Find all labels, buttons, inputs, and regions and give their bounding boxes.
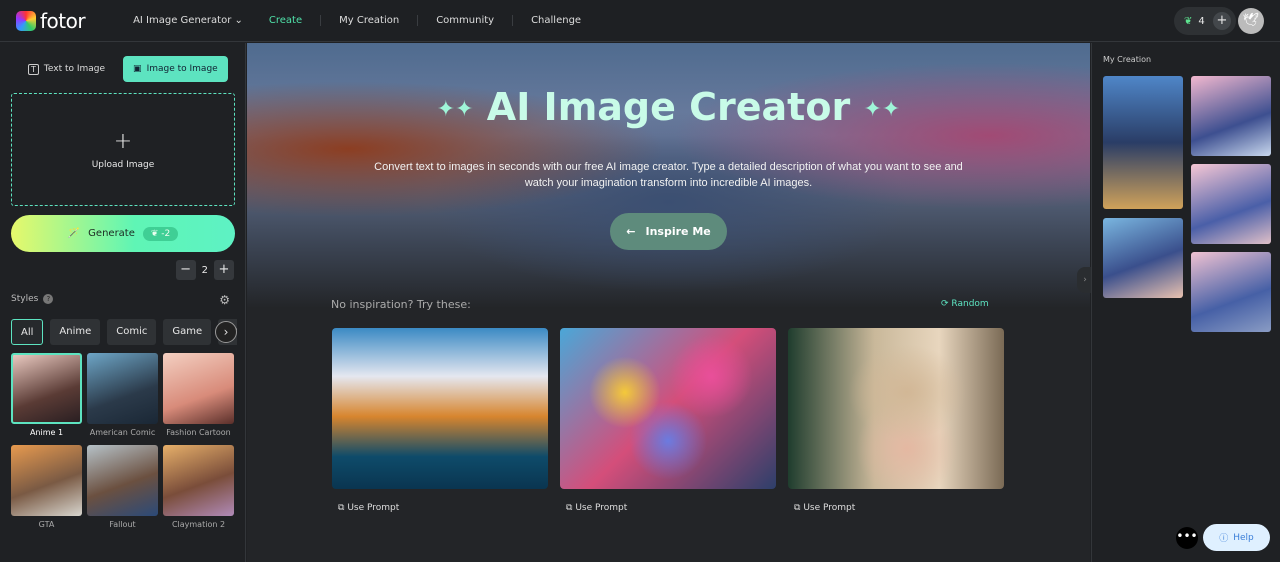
inspire-me-button[interactable]: ← Inspire Me	[610, 213, 727, 250]
tab-text-to-image[interactable]: T Text to Image	[18, 56, 115, 82]
credits-badge[interactable]: ❦ 4 +	[1174, 7, 1236, 35]
tab-image-to-image[interactable]: ▣ Image to Image	[123, 56, 228, 82]
sparkle-icon: ✦✦	[436, 97, 474, 122]
style-anime-1[interactable]: Anime 1	[11, 353, 82, 437]
use-prompt-button[interactable]: ⧉ Use Prompt	[794, 503, 1004, 513]
style-fallout[interactable]: Fallout	[87, 445, 158, 529]
nav-ai-image-generator[interactable]: AI Image Generator ⌄	[115, 15, 251, 26]
copy-icon: ⧉	[794, 503, 801, 513]
chevron-right-icon[interactable]: ›	[215, 321, 237, 343]
help-icon[interactable]: ?	[43, 294, 54, 304]
text-icon: T	[28, 63, 39, 75]
chevron-down-icon: ⌄	[234, 15, 243, 26]
increment-button[interactable]: +	[214, 260, 234, 280]
main-content: ✦✦ AI Image Creator ✦✦ Convert text to i…	[247, 43, 1090, 562]
fotor-logo[interactable]: fotor	[16, 9, 86, 33]
nav-create[interactable]: Create	[251, 15, 322, 26]
more-options-button[interactable]: •••	[1176, 527, 1198, 549]
chip-comic[interactable]: Comic	[107, 319, 157, 345]
refresh-icon: ⟳	[941, 299, 949, 309]
inspiration-card[interactable]: ⧉ Use Prompt	[332, 328, 548, 513]
style-american-comic[interactable]: American Comic	[87, 353, 158, 437]
style-claymation-2[interactable]: Claymation 2	[163, 445, 234, 529]
hero-description: Convert text to images in seconds with o…	[374, 161, 963, 189]
creation-thumbnail[interactable]	[1191, 76, 1271, 156]
top-header: fotor AI Image Generator ⌄ Create My Cre…	[0, 0, 1280, 42]
leaf-icon: ❦	[1184, 15, 1193, 27]
creation-thumbnail[interactable]	[1103, 218, 1183, 298]
chip-anime[interactable]: Anime	[50, 319, 101, 345]
logo-icon	[16, 10, 36, 31]
page-title: ✦✦ AI Image Creator ✦✦	[436, 85, 901, 129]
nav-community[interactable]: Community	[418, 15, 514, 26]
styles-label: Styles	[11, 294, 39, 304]
use-prompt-button[interactable]: ⧉ Use Prompt	[566, 503, 776, 513]
magic-wand-icon: 🪄	[67, 228, 81, 239]
use-prompt-button[interactable]: ⧉ Use Prompt	[338, 503, 548, 513]
nav-challenge[interactable]: Challenge	[513, 15, 599, 26]
generate-button[interactable]: 🪄 Generate ❦ -2	[11, 215, 235, 252]
image-icon: ▣	[133, 64, 142, 74]
avatar[interactable]: 🕊	[1238, 8, 1264, 34]
panel-title: My Creation	[1103, 55, 1152, 64]
hero-banner: ✦✦ AI Image Creator ✦✦ Convert text to i…	[247, 43, 1090, 308]
creation-thumbnail[interactable]	[1191, 252, 1271, 332]
nav-my-creation[interactable]: My Creation	[321, 15, 419, 26]
style-fashion-cartoon[interactable]: Fashion Cartoon	[163, 353, 234, 437]
arrow-left-icon: ←	[626, 225, 636, 238]
quantity-stepper: −2 +	[175, 260, 234, 280]
gear-icon[interactable]: ⚙	[219, 293, 230, 307]
chip-all[interactable]: All	[11, 319, 44, 345]
copy-icon: ⧉	[338, 503, 345, 513]
sparkle-icon: ✦✦	[863, 97, 901, 122]
inspiration-heading: No inspiration? Try these:	[331, 298, 471, 311]
creation-thumbnail[interactable]	[1191, 164, 1271, 244]
copy-icon: ⧉	[566, 503, 573, 513]
left-sidebar: T Text to Image ▣ Image to Image + Upload I…	[0, 43, 246, 562]
help-icon: ⓘ	[1219, 534, 1229, 544]
creation-thumbnail[interactable]	[1103, 76, 1183, 209]
inspiration-card[interactable]: ⧉ Use Prompt	[560, 328, 776, 513]
my-creation-panel: My Creation	[1091, 43, 1280, 562]
random-button[interactable]: ⟳ Random	[941, 299, 989, 309]
help-button[interactable]: ⓘ Help	[1203, 524, 1270, 551]
cost-badge: ❦ -2	[142, 226, 179, 241]
plus-icon: +	[113, 129, 133, 154]
add-credits-button[interactable]: +	[1213, 12, 1231, 30]
inspiration-card[interactable]: ⧉ Use Prompt	[788, 328, 1004, 513]
style-gta[interactable]: GTA	[11, 445, 82, 529]
upload-image-area[interactable]: + Upload Image	[11, 93, 235, 206]
decrement-button[interactable]: −	[175, 260, 196, 280]
chip-game[interactable]: Game	[163, 319, 212, 345]
